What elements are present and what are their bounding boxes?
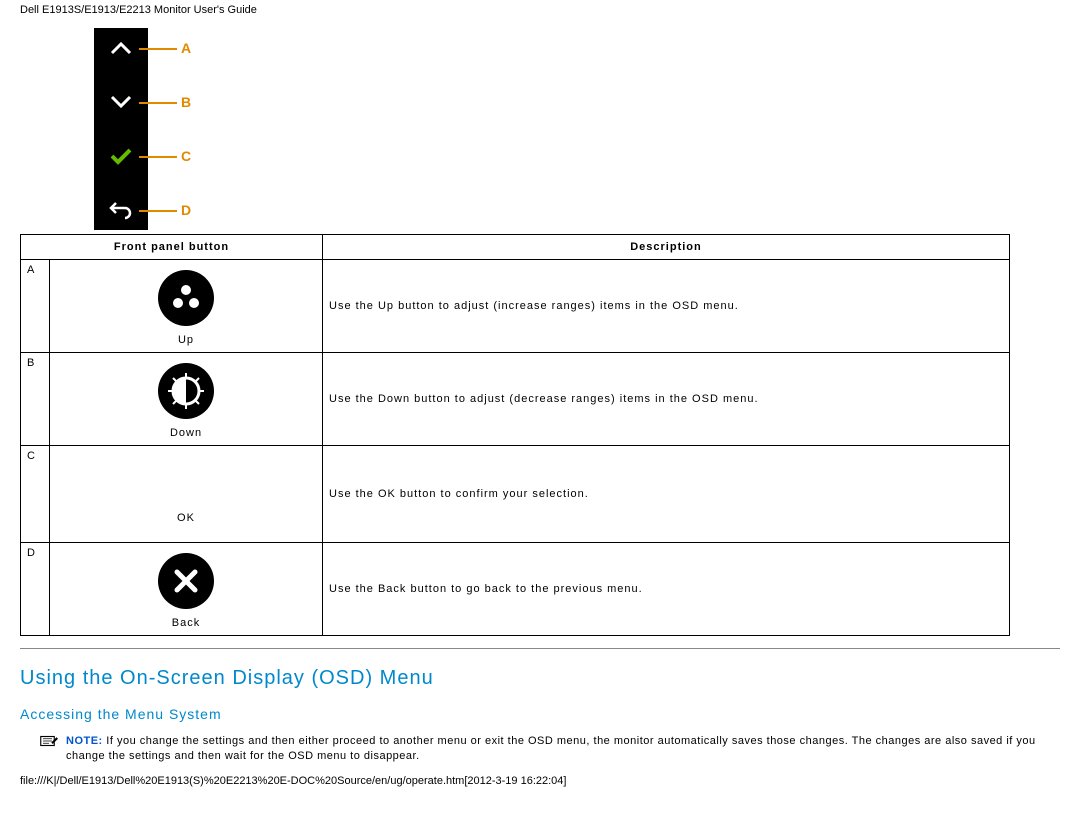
note-icon: [40, 734, 58, 748]
note-body: If you change the settings and then eith…: [66, 735, 1036, 762]
strip-label-d: D: [181, 202, 191, 218]
row-letter: D: [21, 543, 50, 636]
row-letter: A: [21, 260, 50, 353]
row-caption: Down: [56, 427, 316, 439]
down-button-icon: [158, 363, 214, 419]
row-letter: C: [21, 446, 50, 543]
row-desc: Use the Up button to adjust (increase ra…: [323, 260, 1010, 353]
row-icon-cell: Up: [50, 260, 323, 353]
row-caption: Up: [56, 334, 316, 346]
table-row: C OK Use the OK button to confirm your s…: [21, 446, 1010, 543]
th-button: Front panel button: [21, 235, 323, 260]
strip-ok-button: C: [109, 144, 133, 168]
table-row: D Back Use the Back button to go back to…: [21, 543, 1010, 636]
note-text: NOTE: If you change the settings and the…: [66, 734, 1060, 765]
row-letter: B: [21, 353, 50, 446]
row-desc: Use the OK button to confirm your select…: [323, 446, 1010, 543]
row-icon-cell: OK: [50, 446, 323, 543]
row-icon-cell: Down: [50, 353, 323, 446]
strip-label-a: A: [181, 40, 191, 56]
th-desc: Description: [323, 235, 1010, 260]
note-label: NOTE:: [66, 735, 103, 747]
strip-label-c: C: [181, 148, 191, 164]
row-caption: OK: [56, 512, 316, 524]
back-button-icon: [158, 553, 214, 609]
chevron-down-icon: [110, 95, 132, 109]
row-desc: Use the Down button to adjust (decrease …: [323, 353, 1010, 446]
page-header: Dell E1913S/E1913/E2213 Monitor User's G…: [20, 0, 1060, 28]
note-block: NOTE: If you change the settings and the…: [40, 734, 1060, 765]
divider: [20, 648, 1060, 649]
table-row: B Down Use the Down button to adjust (: [21, 353, 1010, 446]
strip-back-button: D: [109, 198, 133, 222]
row-icon-cell: Back: [50, 543, 323, 636]
up-button-icon: [158, 270, 214, 326]
strip-down-button: B: [109, 90, 133, 114]
strip-up-button: A: [109, 36, 133, 60]
chevron-up-icon: [110, 41, 132, 55]
strip-label-b: B: [181, 94, 191, 110]
table-row: A Up Use the Up button to adjust (increa…: [21, 260, 1010, 353]
row-caption: Back: [56, 617, 316, 629]
back-arrow-icon: [109, 200, 133, 220]
panel-button-table: Front panel button Description A Up Use …: [20, 234, 1010, 636]
section-heading: Using the On-Screen Display (OSD) Menu: [20, 667, 1060, 690]
footer-path: file:///K|/Dell/E1913/Dell%20E1913(S)%20…: [20, 775, 1060, 787]
check-icon: [110, 147, 132, 165]
row-desc: Use the Back button to go back to the pr…: [323, 543, 1010, 636]
section-subheading: Accessing the Menu System: [20, 706, 1060, 722]
panel-button-strip: A B C D: [94, 28, 148, 230]
